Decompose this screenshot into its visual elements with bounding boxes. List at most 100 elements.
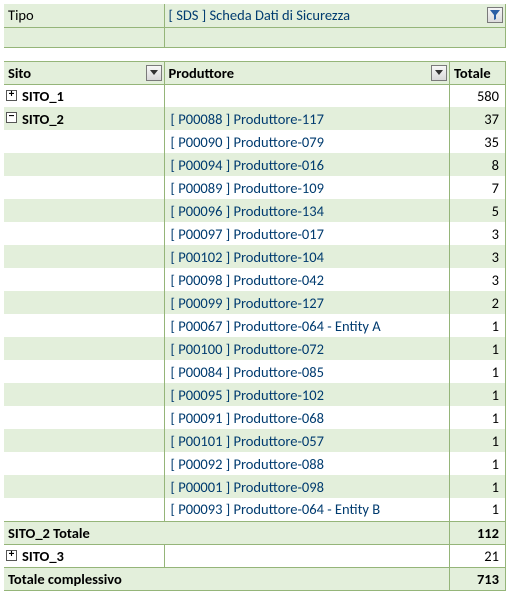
group-name[interactable]: −SITO_2 [4, 107, 164, 130]
spacer-row [4, 27, 506, 47]
producer-cell: [ P00067 ] Produttore-064 - Entity A [164, 314, 450, 337]
empty-cell [4, 291, 164, 314]
producer-cell: [ P00091 ] Produttore-068 [164, 406, 450, 429]
value-cell: 1 [450, 337, 506, 360]
empty-cell [4, 176, 164, 199]
empty-cell [4, 245, 164, 268]
producer-cell: [ P00093 ] Produttore-064 - Entity B [164, 498, 450, 521]
group-name[interactable]: +SITO_1 [4, 84, 164, 107]
producer-cell: [ P00001 ] Produttore-098 [164, 475, 450, 498]
data-row: [ P00097 ] Produttore-0173 [4, 222, 506, 245]
producer-cell: [ P00098 ] Produttore-042 [164, 268, 450, 291]
producer-cell: [ P00100 ] Produttore-072 [164, 337, 450, 360]
data-row: −SITO_2[ P00088 ] Produttore-11737 [4, 107, 506, 130]
empty-cell [4, 337, 164, 360]
group-name[interactable]: +SITO_3 [4, 544, 164, 567]
empty-cell [4, 383, 164, 406]
producer-cell: [ P00092 ] Produttore-088 [164, 452, 450, 475]
empty-cell [4, 475, 164, 498]
data-row: [ P00089 ] Produttore-1097 [4, 176, 506, 199]
data-row: [ P00095 ] Produttore-1021 [4, 383, 506, 406]
empty-cell [4, 222, 164, 245]
value-cell: 1 [450, 429, 506, 452]
data-row: [ P00001 ] Produttore-0981 [4, 475, 506, 498]
producer-cell: [ P00084 ] Produttore-085 [164, 360, 450, 383]
group-row: +SITO_1 580 [4, 84, 506, 107]
data-row: [ P00101 ] Produttore-0571 [4, 429, 506, 452]
group-total: 580 [450, 84, 506, 107]
value-cell: 3 [450, 245, 506, 268]
empty-cell [4, 130, 164, 153]
producer-cell: [ P00096 ] Produttore-134 [164, 199, 450, 222]
producer-cell: [ P00101 ] Produttore-057 [164, 429, 450, 452]
data-row: [ P00096 ] Produttore-1345 [4, 199, 506, 222]
producer-cell: [ P00095 ] Produttore-102 [164, 383, 450, 406]
value-cell: 2 [450, 291, 506, 314]
empty-cell [4, 199, 164, 222]
header-row: Sito Produttore Totale [4, 61, 506, 84]
value-cell: 1 [450, 314, 506, 337]
filter-row: Tipo [ SDS ] Scheda Dati di Sicurezza [4, 4, 506, 27]
value-cell: 3 [450, 222, 506, 245]
empty-cell [4, 360, 164, 383]
header-produttore[interactable]: Produttore [164, 61, 450, 84]
group-total: 21 [450, 544, 506, 567]
data-row: [ P00102 ] Produttore-1043 [4, 245, 506, 268]
value-cell: 1 [450, 406, 506, 429]
data-row: [ P00094 ] Produttore-0168 [4, 153, 506, 176]
filter-value-cell[interactable]: [ SDS ] Scheda Dati di Sicurezza [164, 4, 506, 27]
empty-cell [4, 429, 164, 452]
value-cell: 3 [450, 268, 506, 291]
filter-value-text: [ SDS ] Scheda Dati di Sicurezza [169, 6, 351, 24]
pivot-table: Tipo [ SDS ] Scheda Dati di Sicurezza Si… [4, 4, 506, 591]
value-cell: 7 [450, 176, 506, 199]
filter-field-label: Tipo [4, 4, 164, 27]
subtotal-label: SITO_2 Totale [4, 521, 450, 544]
data-row: [ P00098 ] Produttore-0423 [4, 268, 506, 291]
empty-cell [4, 452, 164, 475]
value-cell: 1 [450, 383, 506, 406]
value-cell: 1 [450, 475, 506, 498]
producer-cell: [ P00097 ] Produttore-017 [164, 222, 450, 245]
value-cell: 1 [450, 498, 506, 521]
data-row: [ P00090 ] Produttore-07935 [4, 130, 506, 153]
value-cell: 5 [450, 199, 506, 222]
expand-icon[interactable]: + [6, 90, 17, 101]
producer-cell: [ P00089 ] Produttore-109 [164, 176, 450, 199]
grand-total-value: 713 [450, 567, 506, 590]
subtotal-value: 112 [450, 521, 506, 544]
producer-cell: [ P00094 ] Produttore-016 [164, 153, 450, 176]
empty-cell [164, 84, 450, 107]
empty-cell [164, 544, 450, 567]
producer-cell: [ P00099 ] Produttore-127 [164, 291, 450, 314]
empty-cell [4, 268, 164, 291]
empty-cell [4, 498, 164, 521]
expand-icon[interactable]: + [6, 550, 17, 561]
producer-cell: [ P00102 ] Produttore-104 [164, 245, 450, 268]
group-row: +SITO_3 21 [4, 544, 506, 567]
value-cell: 35 [450, 130, 506, 153]
data-row: [ P00067 ] Produttore-064 - Entity A1 [4, 314, 506, 337]
data-row: [ P00091 ] Produttore-0681 [4, 406, 506, 429]
grand-total-label: Totale complessivo [4, 567, 450, 590]
producer-cell: [ P00090 ] Produttore-079 [164, 130, 450, 153]
data-row: [ P00100 ] Produttore-0721 [4, 337, 506, 360]
gap-row [4, 47, 506, 61]
dropdown-icon[interactable] [431, 65, 447, 81]
header-sito-label: Sito [8, 64, 31, 82]
filter-icon[interactable] [487, 7, 503, 23]
producer-cell: [ P00088 ] Produttore-117 [164, 107, 450, 130]
value-cell: 1 [450, 452, 506, 475]
empty-cell [4, 153, 164, 176]
header-sito[interactable]: Sito [4, 61, 164, 84]
subtotal-row: SITO_2 Totale112 [4, 521, 506, 544]
header-totale: Totale [450, 61, 506, 84]
empty-cell [4, 406, 164, 429]
dropdown-icon[interactable] [146, 65, 162, 81]
grand-total-row: Totale complessivo713 [4, 567, 506, 590]
data-row: [ P00084 ] Produttore-0851 [4, 360, 506, 383]
empty-cell [4, 314, 164, 337]
data-row: [ P00093 ] Produttore-064 - Entity B1 [4, 498, 506, 521]
header-produttore-label: Produttore [169, 64, 235, 82]
collapse-icon[interactable]: − [6, 112, 17, 123]
